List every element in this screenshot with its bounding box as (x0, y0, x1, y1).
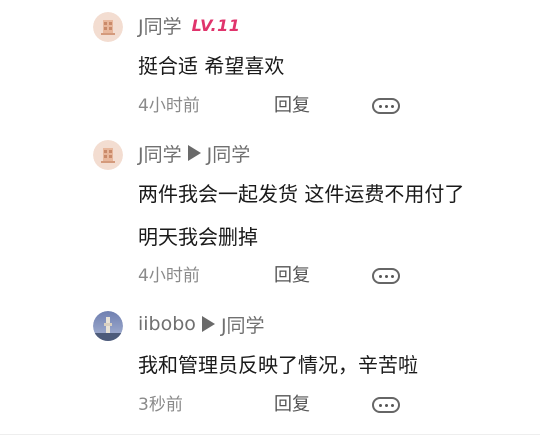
author-name[interactable]: iibobo (138, 313, 196, 335)
avatar[interactable] (93, 12, 123, 42)
reply-button[interactable]: 回复 (274, 394, 310, 416)
dot (390, 104, 394, 108)
comment-text-line2: 明天我会删掉 (138, 225, 258, 249)
more-options-icon[interactable] (372, 397, 400, 413)
avatar[interactable] (93, 311, 123, 341)
reply-button[interactable]: 回复 (274, 95, 310, 117)
avatar[interactable] (93, 140, 123, 170)
level-badge: LV.11 (191, 15, 241, 35)
dot (390, 403, 394, 407)
comment-author-row: J同学 J同学 (138, 140, 250, 166)
triangle-right-icon (201, 316, 215, 332)
author-name[interactable]: J同学 (138, 12, 182, 39)
comment-author-row: iibobo J同学 (138, 311, 265, 337)
comment-time: 3秒前 (138, 395, 183, 415)
comment-author-row: J同学 LV.11 (138, 12, 240, 38)
reply-to-name[interactable]: J同学 (207, 140, 251, 167)
dot (378, 104, 382, 108)
more-options-icon[interactable] (372, 268, 400, 284)
dot (378, 403, 382, 407)
dot (384, 274, 388, 278)
dot (384, 104, 388, 108)
author-name[interactable]: J同学 (138, 140, 182, 167)
comment-text: 两件我会一起发货 这件运费不用付了 (138, 182, 465, 206)
more-options-icon[interactable] (372, 98, 400, 114)
dot (378, 274, 382, 278)
reply-button[interactable]: 回复 (274, 265, 310, 287)
divider (0, 434, 540, 435)
triangle-right-icon (187, 145, 201, 161)
comment-text: 我和管理员反映了情况，辛苦啦 (138, 353, 418, 377)
dot (384, 403, 388, 407)
dot (390, 274, 394, 278)
reply-to-name[interactable]: J同学 (221, 311, 265, 338)
comment-time: 4小时前 (138, 266, 200, 286)
comment-time: 4小时前 (138, 96, 200, 116)
comment-text: 挺合适 希望喜欢 (138, 54, 285, 78)
